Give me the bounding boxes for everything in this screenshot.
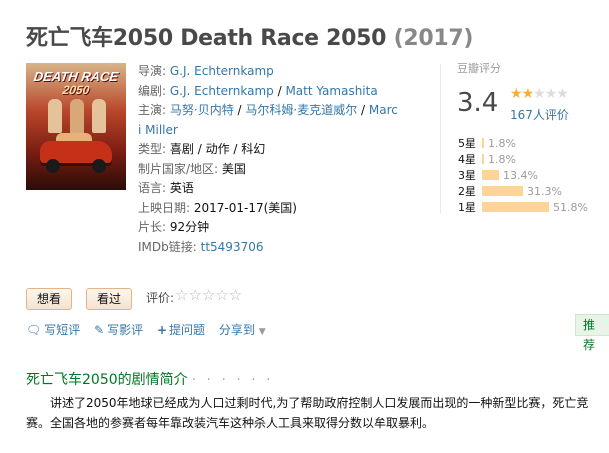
- action-bar: 🗨︎ 写短评 ✎ 写影评 + 提问题 分享到 ▼: [26, 321, 286, 338]
- rating-bar: [482, 202, 549, 212]
- writer-separator: /: [273, 83, 286, 98]
- star-filled-icon: ★: [510, 86, 523, 102]
- pencil-icon: ✎: [94, 323, 105, 337]
- language-label: 语言:: [138, 181, 167, 195]
- rating-row: 1星 51.8%: [458, 200, 588, 216]
- cast-link[interactable]: 马尔科姆·麦克道威尔: [245, 103, 357, 117]
- poster-figure: [48, 99, 62, 133]
- rating-score: 3.4: [457, 88, 499, 118]
- synopsis-text: 讲述了2050年地球已经成为人口过剩时代,为了帮助政府控制人口发展而出现的一种新…: [26, 396, 589, 430]
- rating-row-label: 4星: [458, 153, 476, 166]
- cast-separator: /: [357, 103, 369, 117]
- write-short-review-button[interactable]: 🗨︎ 写短评: [26, 323, 80, 337]
- rating-row: 2星 31.3%: [458, 184, 588, 200]
- genre-label: 类型:: [138, 142, 167, 156]
- synopsis-title: 死亡飞车2050的剧情简介: [26, 372, 188, 388]
- poster-wheel: [92, 159, 106, 173]
- rating-row-label: 5星: [458, 137, 476, 150]
- rating-count-link[interactable]: 167人评价: [510, 106, 569, 123]
- runtime-value: 92分钟: [169, 220, 210, 234]
- star-empty-icon: ★: [544, 86, 558, 102]
- imdb-link[interactable]: tt5493706: [201, 240, 264, 254]
- imdb-label: IMDb链接:: [138, 239, 197, 254]
- rating-bar: [482, 154, 484, 164]
- rating-row-percent: 51.8%: [553, 201, 588, 214]
- poster-subtitle: 2050: [61, 83, 91, 97]
- movie-poster[interactable]: DEATH RACE 2050: [26, 63, 126, 190]
- cast-link[interactable]: i Miller: [138, 123, 178, 137]
- genre-value: 动作: [205, 142, 230, 156]
- rating-row-percent: 1.8%: [488, 153, 516, 166]
- chevron-down-icon: ▼: [258, 327, 266, 337]
- rating-row-label: 1星: [458, 201, 476, 214]
- rating-row: 3星 13.4%: [458, 168, 588, 184]
- rating-row: 5星 1.8%: [458, 136, 588, 152]
- director-label: 导演:: [138, 64, 167, 78]
- rate-label: 评价:: [146, 291, 175, 305]
- genre-separator: /: [193, 142, 206, 156]
- cast-link[interactable]: Marc: [369, 103, 398, 117]
- plus-icon: +: [156, 323, 168, 337]
- rating-row-percent: 1.8%: [488, 137, 516, 150]
- share-dropdown[interactable]: 分享到 ▼: [219, 323, 276, 337]
- poster-title: DEATH RACE: [32, 69, 120, 84]
- genre-value: 喜剧: [169, 142, 194, 156]
- writer-label: 编剧:: [138, 83, 167, 98]
- rating-bar: [482, 186, 523, 196]
- rating-divider: [440, 64, 441, 214]
- release-label: 上映日期:: [138, 200, 191, 215]
- director-link[interactable]: G.J. Echternkamp: [170, 64, 274, 78]
- rating-row: 4星 1.8%: [458, 152, 588, 168]
- rating-row-label: 3星: [458, 169, 476, 182]
- rating-distribution: 5星 1.8% 4星 1.8% 3星 13.4% 2星 31.3% 1星 51.8%: [458, 136, 588, 216]
- genre-value: 科幻: [241, 142, 266, 156]
- rating-row-percent: 13.4%: [503, 169, 538, 182]
- language-value: 英语: [169, 181, 194, 195]
- page-title: 死亡飞车2050 Death Race 2050 (2017): [26, 20, 473, 52]
- rate-stars-input[interactable]: ☆☆☆☆☆: [175, 286, 242, 304]
- country-label: 制片国家/地区:: [138, 161, 219, 176]
- genre-separator: /: [229, 142, 242, 156]
- write-short-review-link[interactable]: 写短评: [44, 323, 80, 337]
- ask-question-link[interactable]: 提问题: [169, 323, 205, 337]
- synopsis-heading: 死亡飞车2050的剧情简介 · · · · · ·: [26, 369, 274, 389]
- star-filled-icon: ★: [521, 86, 535, 102]
- star-empty-icon: ★: [556, 86, 569, 102]
- want-to-watch-button[interactable]: 想看: [26, 288, 73, 310]
- movie-year: (2017): [393, 26, 474, 51]
- cast-separator: /: [233, 103, 246, 117]
- runtime-label: 片长:: [138, 220, 167, 234]
- cast-link[interactable]: 马努·贝内特: [170, 103, 234, 117]
- rating-stars: ★★★★★: [510, 86, 569, 102]
- rating-bar: [482, 138, 484, 148]
- rating-panel: 豆瓣评分 3.4 ★★★★★ 167人评价: [440, 60, 604, 214]
- write-review-link[interactable]: 写影评: [107, 323, 143, 337]
- synopsis-dots: · · · · · ·: [191, 372, 274, 388]
- country-value: 美国: [221, 161, 246, 176]
- poster-figure: [92, 99, 106, 133]
- share-link[interactable]: 分享到: [219, 323, 255, 337]
- movie-title: 死亡飞车2050 Death Race 2050: [26, 26, 387, 51]
- star-empty-icon: ★: [533, 86, 546, 102]
- cast-label: 主演:: [138, 103, 167, 117]
- recommend-button[interactable]: 推荐: [575, 314, 609, 352]
- writer-link[interactable]: Matt Yamashita: [285, 84, 377, 98]
- movie-info: 导演: G.J. Echternkamp 编剧: G.J. Echternkam…: [138, 62, 398, 257]
- rating-header: 豆瓣评分: [457, 62, 501, 75]
- writer-link[interactable]: G.J. Echternkamp: [170, 84, 274, 98]
- comment-icon: 🗨︎: [26, 323, 42, 337]
- poster-wheel: [46, 159, 60, 173]
- write-review-button[interactable]: ✎ 写影评: [94, 323, 143, 337]
- ask-question-button[interactable]: + 提问题: [157, 323, 205, 337]
- watched-button[interactable]: 看过: [86, 288, 133, 310]
- rating-bar: [482, 170, 499, 180]
- release-value: 2017-01-17(美国): [193, 200, 297, 215]
- rating-row-label: 2星: [458, 185, 476, 198]
- rating-row-percent: 31.3%: [527, 185, 562, 198]
